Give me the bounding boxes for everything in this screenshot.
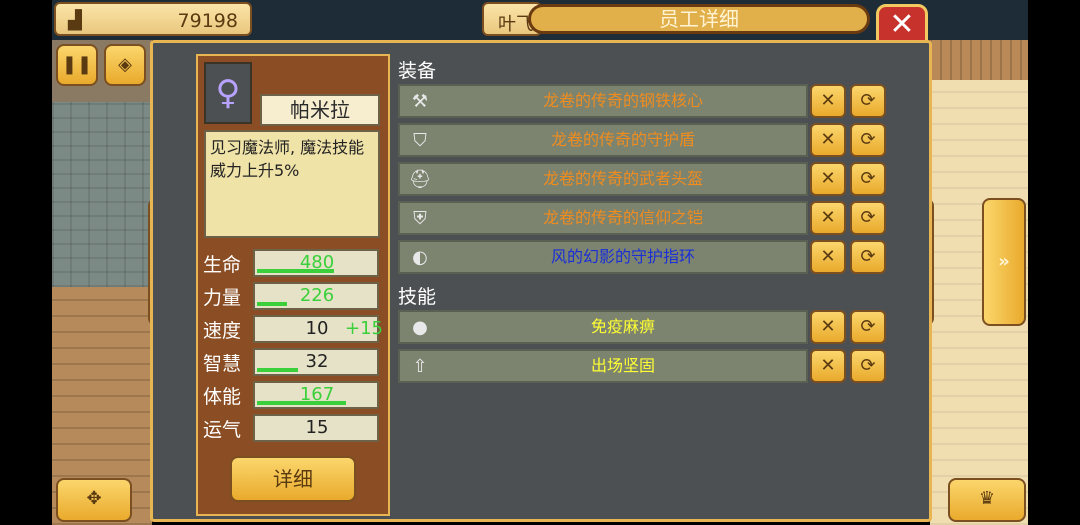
skill-row[interactable]: ● 免疫麻痹 (398, 310, 808, 344)
employee-portrait: ♀ (204, 62, 252, 124)
equipment-name: 龙卷的传奇的守护盾 (550, 130, 695, 149)
double-right-arrow-icon: » (998, 251, 1010, 272)
wood-wall (930, 40, 1028, 80)
stat-bar: 167 (253, 381, 379, 409)
cube-icon: ◈ (118, 54, 132, 75)
stat-label: 生命 (203, 254, 242, 276)
equipment-row[interactable]: ◐ 风的幻影的守护指环 (398, 240, 808, 274)
mage-avatar-icon: ♀ (215, 73, 241, 113)
next-page-button[interactable]: » (982, 198, 1026, 326)
cube-button[interactable]: ◈ (104, 44, 146, 86)
equipment-row[interactable]: ⚒ 龙卷的传奇的钢铁核心 (398, 84, 808, 118)
swap-button[interactable]: ⟳ (850, 84, 886, 118)
employee-description: 见习魔法师, 魔法技能威力上升5% (204, 130, 380, 238)
swap-button[interactable]: ⟳ (850, 201, 886, 235)
skill-name: 免疫麻痹 (590, 317, 655, 336)
stat-value: 15 (305, 417, 329, 438)
crown-button[interactable]: ♛ (948, 478, 1026, 522)
stat-label: 运气 (203, 419, 242, 441)
remove-button[interactable]: ✕ (810, 310, 846, 344)
shield-icon: ⛉ (413, 130, 427, 151)
armor-icon: ⛨ (413, 208, 427, 229)
stone-floor (52, 102, 152, 287)
money-display: ▟ 79198 (54, 2, 252, 36)
pause-button[interactable]: ❚❚ (56, 44, 98, 86)
skill-name: 出场坚固 (590, 356, 655, 375)
remove-button[interactable]: ✕ (810, 201, 846, 235)
swap-button[interactable]: ⟳ (850, 310, 886, 344)
equipment-row[interactable]: ⛨ 龙卷的传奇的信仰之铠 (398, 201, 808, 235)
stat-bonus: +15 (345, 318, 383, 339)
stat-value: 480 (299, 252, 335, 273)
axe-icon: ⚒ (411, 91, 429, 112)
swap-button[interactable]: ⟳ (850, 349, 886, 383)
stat-label: 速度 (203, 320, 242, 342)
equipment-name: 龙卷的传奇的信仰之铠 (542, 208, 703, 227)
equipment-name: 龙卷的传奇的武者头盔 (542, 169, 703, 188)
stat-bar: 32 (253, 348, 379, 376)
equipment-heading: 装备 (398, 60, 437, 82)
up-arrow-icon: ⇧ (412, 356, 428, 377)
swap-button[interactable]: ⟳ (850, 123, 886, 157)
skill-row[interactable]: ⇧ 出场坚固 (398, 349, 808, 383)
swap-button[interactable]: ⟳ (850, 162, 886, 196)
remove-button[interactable]: ✕ (810, 349, 846, 383)
close-icon: ✕ (889, 7, 915, 42)
ring-icon: ◐ (412, 247, 428, 268)
window-title: 员工详细 (528, 4, 870, 34)
pause-icon: ❚❚ (61, 54, 93, 75)
swap-button[interactable]: ⟳ (850, 240, 886, 274)
equipment-row[interactable]: ⛉ 龙卷的传奇的守护盾 (398, 123, 808, 157)
remove-button[interactable]: ✕ (810, 162, 846, 196)
move-icon: ✥ (86, 488, 102, 509)
helmet-icon: ⛑ (408, 169, 432, 190)
move-button[interactable]: ✥ (56, 478, 132, 522)
stat-bar: 480 (253, 249, 379, 277)
remove-button[interactable]: ✕ (810, 240, 846, 274)
remove-button[interactable]: ✕ (810, 84, 846, 118)
money-value: 79198 (177, 10, 238, 32)
skills-heading: 技能 (398, 286, 437, 308)
employee-name: 帕米拉 (260, 94, 380, 126)
stat-label: 智慧 (203, 353, 242, 375)
stat-bar: 226 (253, 282, 379, 310)
building-icon: ▟ (68, 10, 82, 31)
stat-bar: 15 (253, 414, 379, 442)
stat-value: 167 (299, 384, 335, 405)
equipment-row[interactable]: ⛑ 龙卷的传奇的武者头盔 (398, 162, 808, 196)
orb-icon: ● (412, 317, 428, 338)
equipment-name: 风的幻影的守护指环 (550, 247, 695, 266)
stat-bar: 10 +15 (253, 315, 383, 343)
detail-button[interactable]: 详细 (230, 456, 356, 502)
remove-button[interactable]: ✕ (810, 123, 846, 157)
stat-label: 力量 (203, 287, 242, 309)
crown-icon: ♛ (978, 488, 996, 509)
stat-value: 32 (305, 351, 329, 372)
stat-value: 226 (299, 285, 335, 306)
stat-label: 体能 (203, 386, 242, 408)
equipment-name: 龙卷的传奇的钢铁核心 (542, 91, 703, 110)
